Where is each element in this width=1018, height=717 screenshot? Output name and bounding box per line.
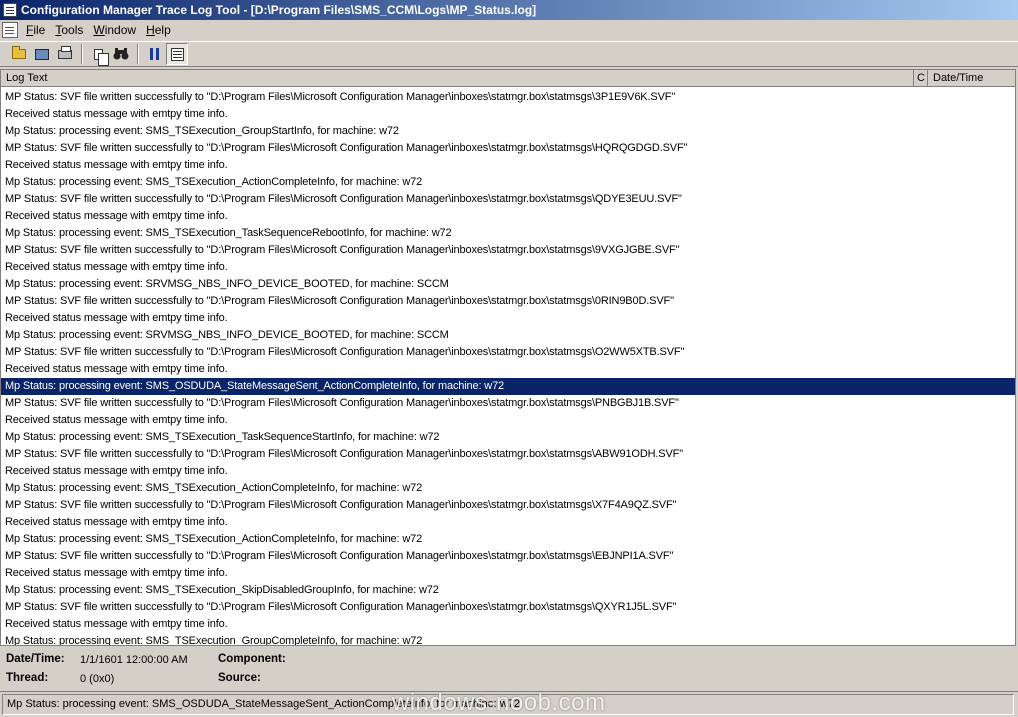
datetime-label: Date/Time: bbox=[6, 653, 65, 665]
log-row[interactable]: Mp Status: processing event: SMS_TSExecu… bbox=[1, 633, 1015, 645]
print-button[interactable] bbox=[54, 43, 76, 65]
find-icon bbox=[113, 48, 129, 60]
log-row[interactable]: Mp Status: processing event: SRVMSG_NBS_… bbox=[1, 327, 1015, 344]
log-row[interactable]: MP Status: SVF file written successfully… bbox=[1, 548, 1015, 565]
copy-button[interactable] bbox=[87, 43, 109, 66]
pause-button[interactable] bbox=[143, 43, 165, 65]
highlight-button[interactable] bbox=[166, 43, 188, 65]
log-row[interactable]: Received status message with emtpy time … bbox=[1, 514, 1015, 531]
thread-label: Thread: bbox=[6, 672, 49, 684]
open-icon bbox=[12, 46, 26, 59]
column-header: Log Text C Date/Time bbox=[1, 70, 1015, 87]
log-row[interactable]: Received status message with emtpy time … bbox=[1, 412, 1015, 429]
log-row[interactable]: MP Status: SVF file written successfully… bbox=[1, 395, 1015, 412]
toolbar bbox=[0, 41, 1018, 67]
log-row[interactable]: Mp Status: processing event: SMS_TSExecu… bbox=[1, 123, 1015, 140]
log-row[interactable]: MP Status: SVF file written successfully… bbox=[1, 89, 1015, 106]
print-icon bbox=[58, 45, 72, 59]
log-rows: MP Status: SVF file written successfully… bbox=[1, 89, 1015, 645]
copy-icon bbox=[93, 48, 109, 66]
log-list[interactable]: Log Text C Date/Time MP Status: SVF file… bbox=[0, 69, 1016, 646]
log-row[interactable]: MP Status: SVF file written successfully… bbox=[1, 242, 1015, 259]
toolbar-separator bbox=[81, 44, 83, 64]
pause-icon bbox=[149, 48, 159, 60]
log-row[interactable]: MP Status: SVF file written successfully… bbox=[1, 191, 1015, 208]
log-row[interactable]: Mp Status: processing event: SMS_TSExecu… bbox=[1, 174, 1015, 191]
details-pane: Date/Time: 1/1/1601 12:00:00 AM Componen… bbox=[0, 650, 1018, 690]
menu-tools[interactable]: Tools bbox=[51, 23, 89, 37]
log-row[interactable]: Mp Status: processing event: SRVMSG_NBS_… bbox=[1, 276, 1015, 293]
log-row[interactable]: Received status message with emtpy time … bbox=[1, 565, 1015, 582]
menu-help[interactable]: Help bbox=[142, 23, 177, 37]
app-icon bbox=[3, 3, 17, 17]
log-row[interactable]: MP Status: SVF file written successfully… bbox=[1, 599, 1015, 616]
log-row[interactable]: Received status message with emtpy time … bbox=[1, 361, 1015, 378]
find-button[interactable] bbox=[110, 43, 132, 65]
log-row[interactable]: Received status message with emtpy time … bbox=[1, 208, 1015, 225]
log-row[interactable]: Received status message with emtpy time … bbox=[1, 106, 1015, 123]
column-datetime[interactable]: Date/Time bbox=[928, 70, 1015, 86]
title-bar: Configuration Manager Trace Log Tool - [… bbox=[0, 0, 1018, 20]
log-row[interactable]: Received status message with emtpy time … bbox=[1, 463, 1015, 480]
log-row[interactable]: Mp Status: processing event: SMS_OSDUDA_… bbox=[1, 378, 1015, 395]
toolbar-separator bbox=[137, 44, 139, 64]
menu-file[interactable]: File bbox=[22, 23, 51, 37]
watermark: windows-noob.com bbox=[392, 689, 606, 716]
log-row[interactable]: Received status message with emtpy time … bbox=[1, 310, 1015, 327]
computer-button[interactable] bbox=[31, 43, 53, 65]
log-row[interactable]: Received status message with emtpy time … bbox=[1, 616, 1015, 633]
open-button[interactable] bbox=[8, 43, 30, 65]
source-label: Source: bbox=[218, 672, 261, 684]
log-row[interactable]: Mp Status: processing event: SMS_TSExecu… bbox=[1, 480, 1015, 497]
log-row[interactable]: MP Status: SVF file written successfully… bbox=[1, 497, 1015, 514]
thread-value: 0 (0x0) bbox=[80, 673, 115, 685]
log-row[interactable]: Mp Status: processing event: SMS_TSExecu… bbox=[1, 429, 1015, 446]
log-row[interactable]: Mp Status: processing event: SMS_TSExecu… bbox=[1, 582, 1015, 599]
computer-icon bbox=[35, 48, 49, 60]
document-icon[interactable] bbox=[2, 21, 18, 38]
log-row[interactable]: Received status message with emtpy time … bbox=[1, 157, 1015, 174]
datetime-value: 1/1/1601 12:00:00 AM bbox=[80, 654, 188, 666]
component-label: Component: bbox=[218, 653, 286, 665]
log-row[interactable]: MP Status: SVF file written successfully… bbox=[1, 344, 1015, 361]
highlight-icon bbox=[170, 47, 184, 61]
menu-window[interactable]: Window bbox=[89, 23, 142, 37]
log-row[interactable]: MP Status: SVF file written successfully… bbox=[1, 293, 1015, 310]
menu-bar: File Tools Window Help bbox=[0, 20, 1018, 39]
log-row[interactable]: MP Status: SVF file written successfully… bbox=[1, 446, 1015, 463]
column-component[interactable]: C bbox=[914, 70, 928, 86]
log-row[interactable]: Mp Status: processing event: SMS_TSExecu… bbox=[1, 531, 1015, 548]
log-row[interactable]: Mp Status: processing event: SMS_TSExecu… bbox=[1, 225, 1015, 242]
log-row[interactable]: Received status message with emtpy time … bbox=[1, 259, 1015, 276]
column-log-text[interactable]: Log Text bbox=[1, 70, 914, 86]
window-title: Configuration Manager Trace Log Tool - [… bbox=[21, 3, 537, 17]
log-row[interactable]: MP Status: SVF file written successfully… bbox=[1, 140, 1015, 157]
